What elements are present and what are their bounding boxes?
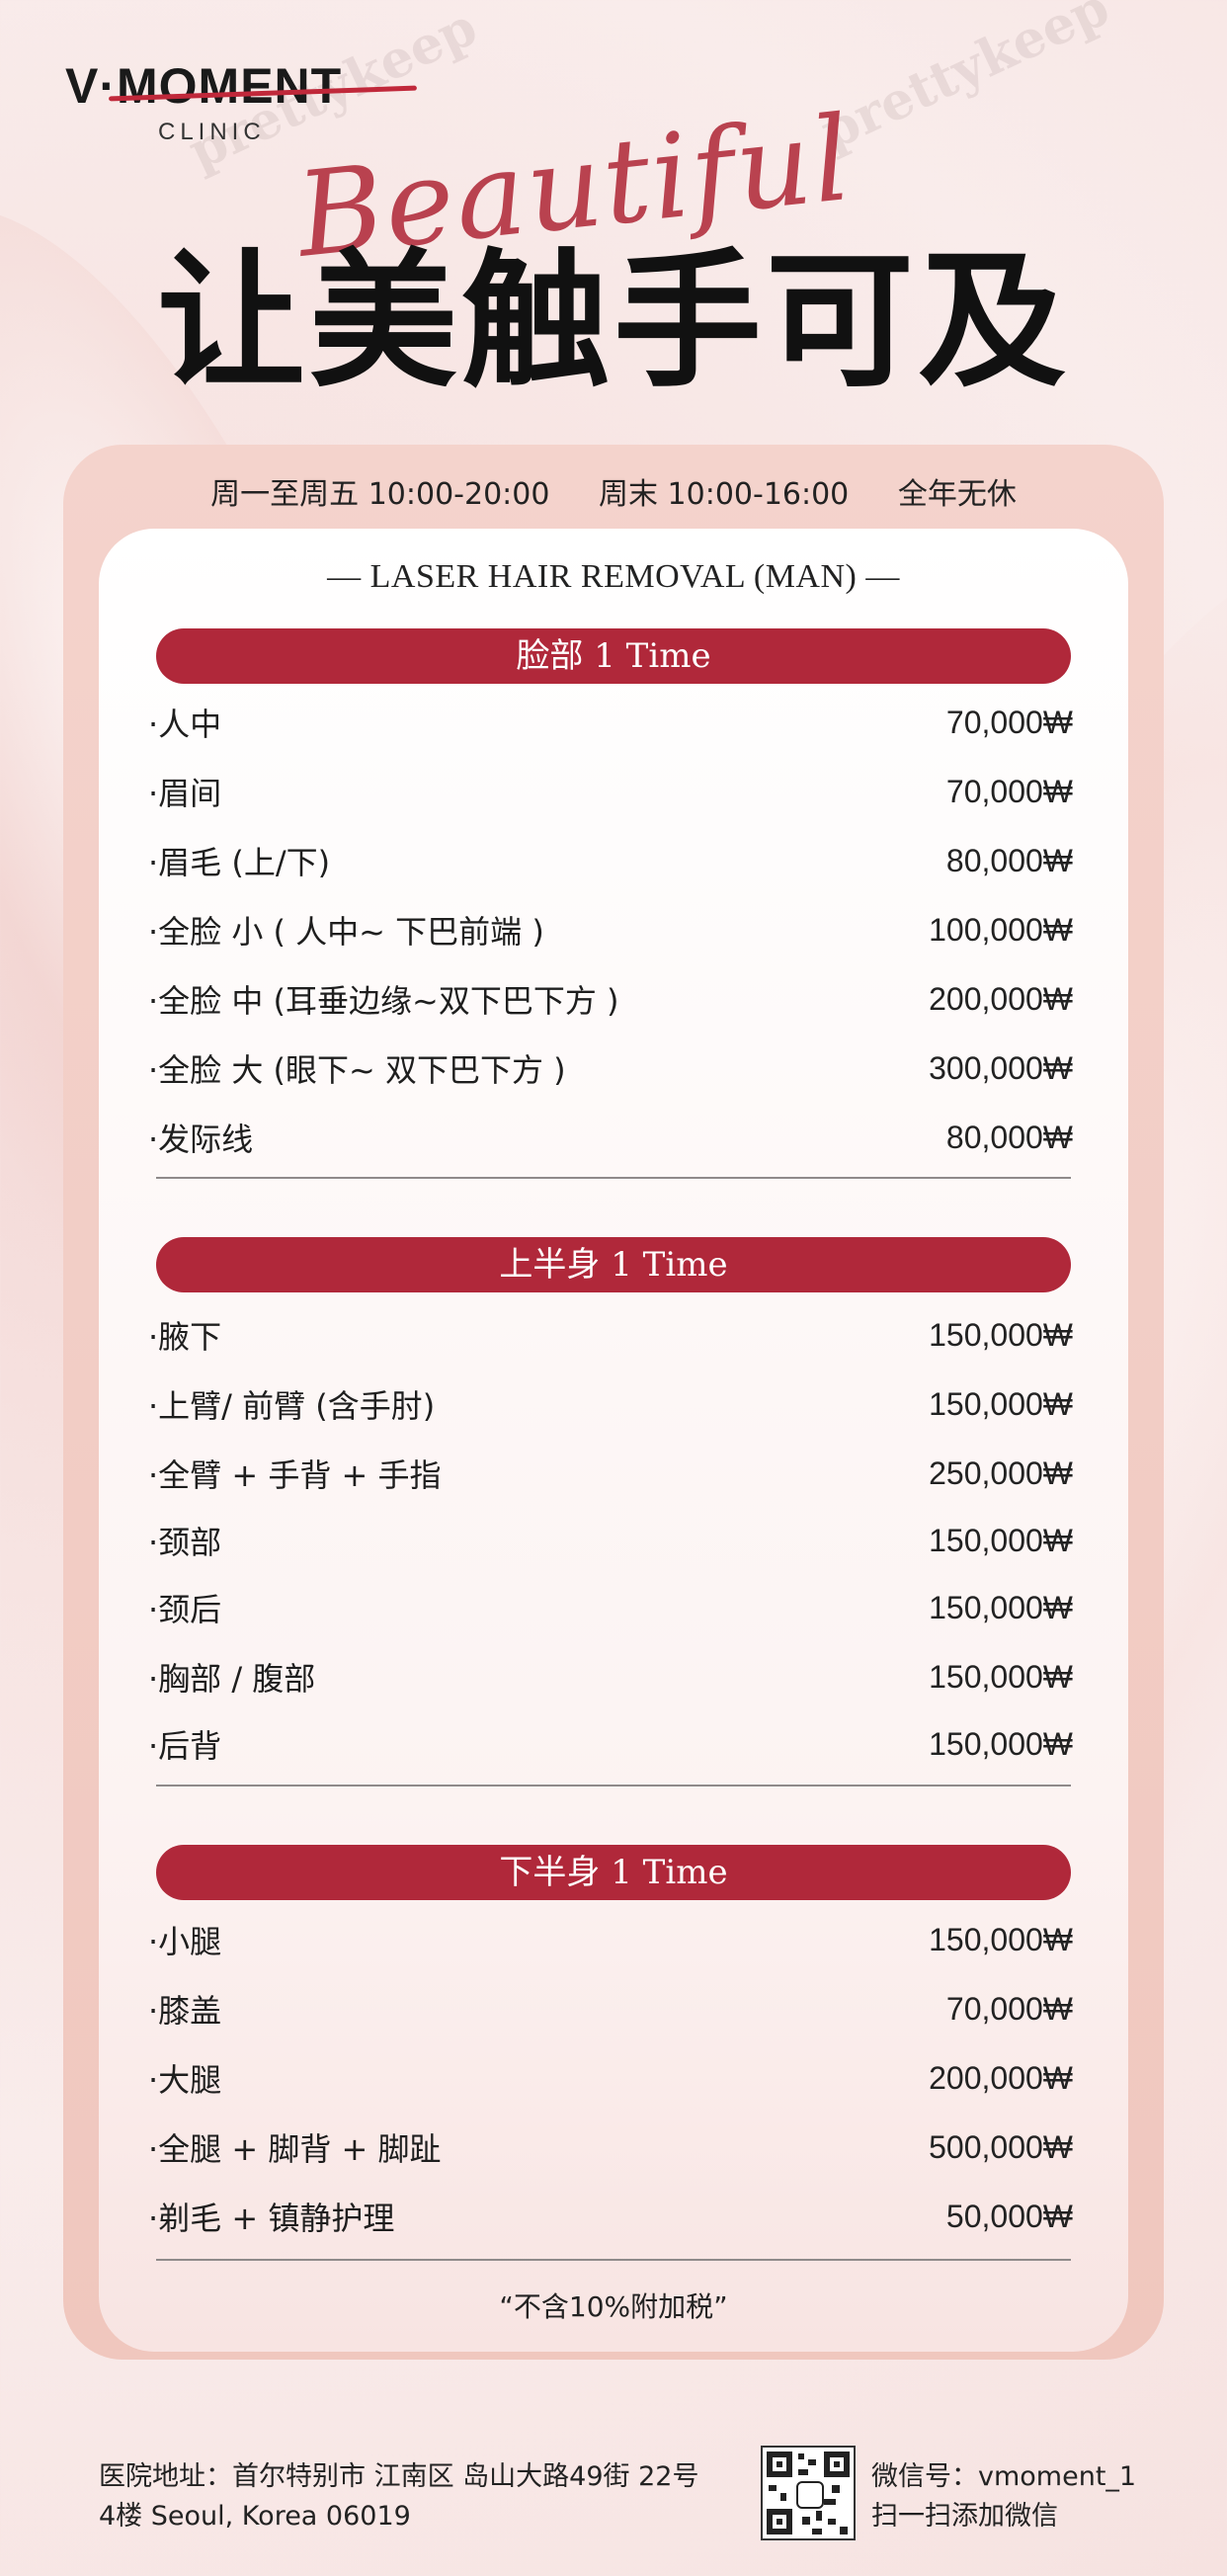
price-row: ·全臂 + 手背 + 手指 250,000₩ bbox=[148, 1449, 1073, 1498]
watermark: prettykeep bbox=[811, 0, 1118, 163]
item-price: 80,000₩ bbox=[945, 1119, 1073, 1155]
item-name: ·大腿 bbox=[148, 2061, 222, 2099]
item-name: ·颈后 bbox=[148, 1591, 222, 1628]
item-name: ·胸部 / 腹部 bbox=[148, 1660, 316, 1698]
category-upper-body: 上半身 1 Time bbox=[156, 1237, 1071, 1292]
item-price: 150,000₩ bbox=[929, 1522, 1073, 1558]
item-price: 70,000₩ bbox=[945, 773, 1073, 809]
item-price: 150,000₩ bbox=[929, 1921, 1073, 1957]
price-row: ·全脸 中 (耳垂边缘~双下巴下方 ) 200,000₩ bbox=[148, 974, 1073, 1024]
wechat-cta: 扫一扫添加微信 bbox=[871, 2501, 1058, 2532]
hours-weekday: 周一至周五 10:00-20:00 bbox=[210, 477, 550, 512]
item-price: 50,000₩ bbox=[945, 2198, 1073, 2234]
item-name: ·发际线 bbox=[148, 1121, 254, 1158]
item-price: 150,000₩ bbox=[929, 1658, 1073, 1695]
item-name: ·全脸 大 (眼下~ 双下巴下方 ) bbox=[148, 1051, 566, 1089]
wechat-logo-icon bbox=[796, 2481, 824, 2509]
item-price: 200,000₩ bbox=[929, 2059, 1073, 2096]
category-lower-body: 下半身 1 Time bbox=[156, 1845, 1071, 1900]
item-name: ·全脸 中 (耳垂边缘~双下巴下方 ) bbox=[148, 982, 619, 1020]
item-name: ·人中 bbox=[148, 706, 222, 743]
item-price: 300,000₩ bbox=[929, 1049, 1073, 1086]
item-name: ·腋下 bbox=[148, 1318, 222, 1356]
item-name: ·全脸 小 ( 人中~ 下巴前端 ) bbox=[148, 913, 544, 951]
wechat-qr-icon[interactable] bbox=[761, 2446, 856, 2540]
clinic-logo: V·MOMENT CLINIC bbox=[65, 58, 417, 146]
hours-note: 全年无休 bbox=[897, 477, 1017, 512]
item-price: 250,000₩ bbox=[929, 1454, 1073, 1491]
hours-weekend: 周末 10:00-16:00 bbox=[599, 477, 850, 512]
price-row: ·眉毛 (上/下) 80,000₩ bbox=[148, 836, 1073, 885]
item-name: ·后背 bbox=[148, 1727, 222, 1765]
price-row: ·胸部 / 腹部 150,000₩ bbox=[148, 1652, 1073, 1702]
item-name: ·上臂/ 前臂 (含手肘) bbox=[148, 1387, 436, 1425]
price-row: ·膝盖 70,000₩ bbox=[148, 1984, 1073, 2034]
page-title: 让美触手可及 bbox=[156, 234, 1070, 408]
price-row: ·全脸 大 (眼下~ 双下巴下方 ) 300,000₩ bbox=[148, 1043, 1073, 1093]
price-row: ·后背 150,000₩ bbox=[148, 1719, 1073, 1769]
address-line-1: 医院地址：首尔特别市 江南区 岛山大路49街 22号 bbox=[99, 2461, 699, 2492]
price-row: ·人中 70,000₩ bbox=[148, 698, 1073, 747]
price-row: ·小腿 150,000₩ bbox=[148, 1915, 1073, 1964]
address-line-2: 4楼 Seoul, Korea 06019 bbox=[99, 2501, 411, 2532]
item-name: ·剃毛 + 镇静护理 bbox=[148, 2200, 395, 2237]
price-row: ·眉间 70,000₩ bbox=[148, 767, 1073, 816]
item-price: 150,000₩ bbox=[929, 1589, 1073, 1625]
item-price: 500,000₩ bbox=[929, 2128, 1073, 2165]
price-row: ·颈部 150,000₩ bbox=[148, 1516, 1073, 1565]
item-name: ·颈部 bbox=[148, 1524, 222, 1561]
item-price: 200,000₩ bbox=[929, 980, 1073, 1017]
price-row: ·腋下 150,000₩ bbox=[148, 1310, 1073, 1360]
section-divider bbox=[156, 1785, 1071, 1787]
item-price: 150,000₩ bbox=[929, 1385, 1073, 1422]
item-price: 80,000₩ bbox=[945, 842, 1073, 878]
item-price: 150,000₩ bbox=[929, 1316, 1073, 1353]
logo-subtitle: CLINIC bbox=[158, 119, 266, 145]
item-price: 70,000₩ bbox=[945, 704, 1073, 740]
tax-note: “不含10%附加税” bbox=[499, 2290, 728, 2323]
price-row: ·全脸 小 ( 人中~ 下巴前端 ) 100,000₩ bbox=[148, 905, 1073, 955]
item-name: ·全腿 + 脚背 + 脚趾 bbox=[148, 2130, 442, 2168]
logo-wordmark: V·MOMENT bbox=[65, 58, 343, 114]
wechat-id: 微信号：vmoment_1 bbox=[871, 2461, 1137, 2492]
item-name: ·全臂 + 手背 + 手指 bbox=[148, 1456, 442, 1494]
price-row: ·上臂/ 前臂 (含手肘) 150,000₩ bbox=[148, 1379, 1073, 1429]
item-price: 150,000₩ bbox=[929, 1725, 1073, 1762]
category-face: 脸部 1 Time bbox=[156, 628, 1071, 684]
item-name: ·小腿 bbox=[148, 1923, 222, 1960]
price-row: ·剃毛 + 镇静护理 50,000₩ bbox=[148, 2192, 1073, 2241]
section-divider bbox=[156, 2259, 1071, 2261]
price-row: ·大腿 200,000₩ bbox=[148, 2053, 1073, 2103]
price-row: ·颈后 150,000₩ bbox=[148, 1583, 1073, 1632]
item-price: 100,000₩ bbox=[929, 911, 1073, 948]
item-price: 70,000₩ bbox=[945, 1990, 1073, 2027]
section-divider bbox=[156, 1177, 1071, 1179]
clinic-address: 医院地址：首尔特别市 江南区 岛山大路49街 22号 4楼 Seoul, Kor… bbox=[99, 2457, 698, 2536]
price-row: ·全腿 + 脚背 + 脚趾 500,000₩ bbox=[148, 2122, 1073, 2172]
item-name: ·眉间 bbox=[148, 775, 222, 812]
opening-hours: 周一至周五 10:00-20:00 周末 10:00-16:00 全年无休 bbox=[63, 469, 1164, 513]
menu-title: — LASER HAIR REMOVAL (MAN) — bbox=[327, 558, 900, 595]
item-name: ·眉毛 (上/下) bbox=[148, 844, 331, 881]
price-row: ·发际线 80,000₩ bbox=[148, 1113, 1073, 1162]
wechat-info: 微信号：vmoment_1 扫一扫添加微信 bbox=[871, 2457, 1136, 2536]
item-name: ·膝盖 bbox=[148, 1992, 222, 2030]
